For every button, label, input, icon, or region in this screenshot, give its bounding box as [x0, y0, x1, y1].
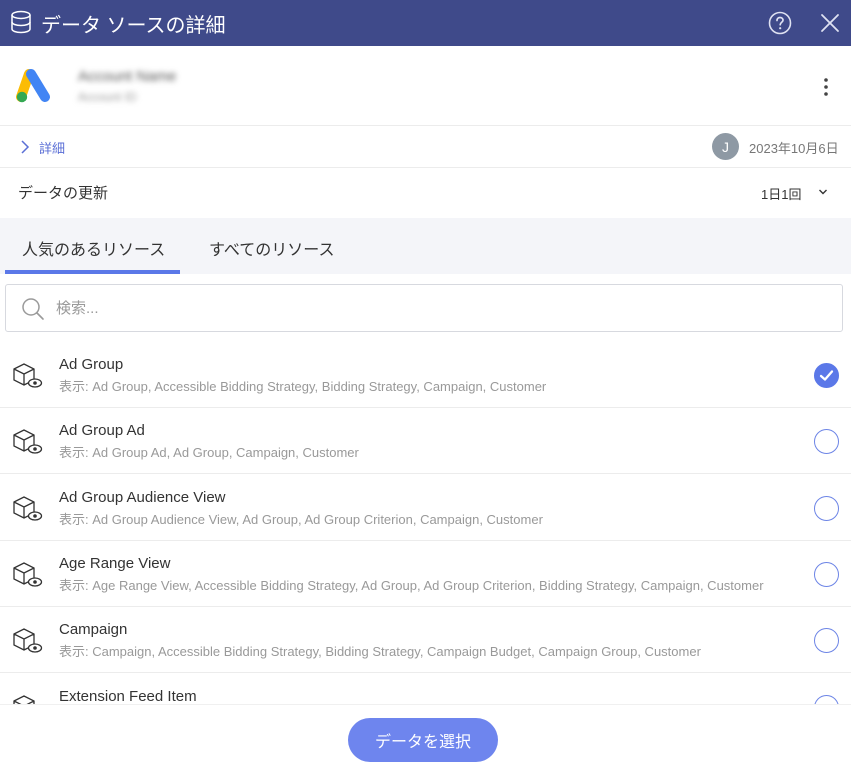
resource-title: Campaign [59, 621, 128, 638]
chevron-down-icon[interactable] [818, 187, 828, 197]
search-input[interactable] [56, 293, 816, 323]
tab-popular-resources[interactable]: 人気のあるリソース [22, 236, 165, 260]
resource-subtitle: 表示: Ad Group, Accessible Bidding Strateg… [59, 379, 547, 394]
account-header: Account Name Account ID [0, 46, 851, 126]
selection-checkbox[interactable] [814, 363, 839, 388]
dialog-footer: データを選択 [0, 704, 851, 771]
close-icon[interactable] [819, 12, 841, 34]
avatar: J [712, 133, 739, 160]
search-icon [22, 298, 44, 320]
chevron-right-icon[interactable] [20, 139, 30, 155]
resource-subtitle: 表示: Ad Group Ad, Ad Group, Campaign, Cus… [59, 445, 359, 460]
account-id: Account ID [78, 90, 137, 104]
resource-title: Ad Group [59, 356, 124, 373]
title-bar: データ ソースの詳細 [0, 0, 851, 46]
selection-checkbox[interactable] [814, 695, 839, 704]
details-row: 詳細 J 2023年10月6日 [0, 126, 851, 168]
help-icon[interactable] [768, 11, 792, 35]
database-icon [11, 10, 31, 34]
details-toggle[interactable]: 詳細 [39, 138, 65, 157]
list-item[interactable]: Age Range View 表示: Age Range View, Acces… [0, 541, 851, 607]
kebab-menu-icon[interactable] [818, 76, 834, 98]
list-item[interactable]: Ad Group Ad 表示: Ad Group Ad, Ad Group, C… [0, 408, 851, 474]
refresh-frequency-dropdown[interactable]: 1日1回 [761, 184, 801, 203]
selection-checkbox[interactable] [814, 628, 839, 653]
resource-title: Age Range View [59, 555, 171, 572]
selection-checkbox[interactable] [814, 429, 839, 454]
selection-checkbox[interactable] [814, 496, 839, 521]
dialog-title: データ ソースの詳細 [41, 15, 226, 37]
google-ads-logo-icon [16, 69, 50, 103]
resource-title: Ad Group Ad [59, 422, 145, 439]
list-item[interactable]: Ad Group 表示: Ad Group, Accessible Biddin… [0, 342, 851, 408]
resource-subtitle: 表示: Age Range View, Accessible Bidding S… [59, 578, 764, 593]
selection-checkbox[interactable] [814, 562, 839, 587]
data-refresh-label: データの更新 [18, 185, 109, 202]
resource-subtitle: 表示: Campaign, Accessible Bidding Strateg… [59, 644, 701, 659]
tab-all-resources[interactable]: すべてのリソース [209, 236, 334, 260]
cube-view-icon [13, 363, 43, 388]
list-item[interactable]: Extension Feed Item [0, 674, 851, 704]
cube-view-icon [13, 429, 43, 454]
select-data-button[interactable]: データを選択 [348, 718, 498, 762]
data-refresh-row: データの更新 1日1回 [0, 168, 851, 218]
resource-subtitle: 表示: Ad Group Audience View, Ad Group, Ad… [59, 512, 543, 527]
resource-title: Ad Group Audience View [59, 489, 226, 506]
modified-date: 2023年10月6日 [749, 141, 839, 156]
resource-list: Ad Group 表示: Ad Group, Accessible Biddin… [0, 342, 851, 704]
checkmark-icon [819, 370, 834, 381]
list-item[interactable]: Campaign 表示: Campaign, Accessible Biddin… [0, 607, 851, 673]
resource-title: Extension Feed Item [59, 688, 197, 704]
active-tab-indicator [5, 270, 180, 274]
cube-view-icon [13, 695, 35, 704]
list-item[interactable]: Ad Group Audience View 表示: Ad Group Audi… [0, 475, 851, 541]
cube-view-icon [13, 496, 43, 521]
account-name: Account Name [78, 68, 177, 85]
search-box [5, 284, 843, 332]
resource-tabs: 人気のあるリソース すべてのリソース [0, 218, 851, 274]
cube-view-icon [13, 628, 43, 653]
cube-view-icon [13, 562, 43, 587]
avatar-initial: J [722, 138, 729, 155]
